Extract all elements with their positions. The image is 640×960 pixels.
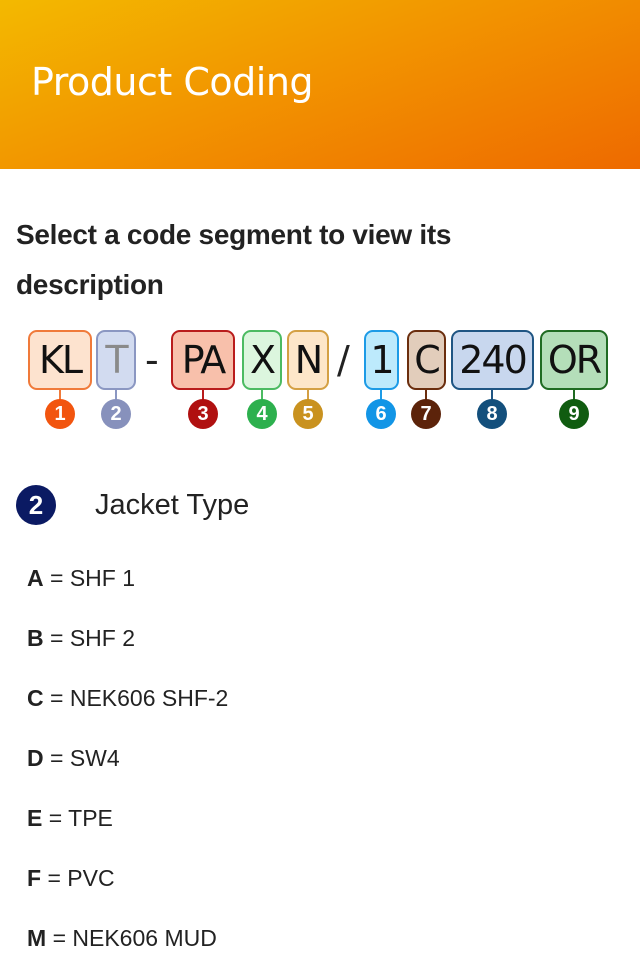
separator-dash: - bbox=[145, 338, 159, 382]
code-segment-9[interactable]: OR bbox=[540, 330, 608, 390]
option-label: = SHF 2 bbox=[50, 625, 136, 651]
segment-number-badge-5[interactable]: 5 bbox=[293, 399, 323, 429]
option-item: B = SHF 2 bbox=[27, 623, 135, 653]
option-code: M bbox=[27, 925, 47, 951]
option-item: D = SW4 bbox=[27, 743, 120, 773]
segment-number-badge-9[interactable]: 9 bbox=[559, 399, 589, 429]
code-segment-1[interactable]: KL bbox=[28, 330, 92, 390]
section-number-badge: 2 bbox=[16, 485, 56, 525]
segment-text: T bbox=[105, 338, 128, 382]
segment-text: 1 bbox=[370, 338, 394, 382]
option-label: = NEK606 MUD bbox=[52, 925, 217, 951]
option-item: A = SHF 1 bbox=[27, 563, 135, 593]
option-label: = NEK606 SHF-2 bbox=[50, 685, 229, 711]
segment-text: C bbox=[414, 338, 441, 382]
segment-text: KL bbox=[38, 338, 83, 382]
option-item: E = TPE bbox=[27, 803, 113, 833]
option-code: F bbox=[27, 865, 42, 891]
segment-text: OR bbox=[547, 338, 602, 382]
app-title: Product Coding bbox=[31, 60, 314, 104]
segment-number-badge-1[interactable]: 1 bbox=[45, 399, 75, 429]
option-label: = PVC bbox=[47, 865, 115, 891]
separator-slash: / bbox=[337, 338, 350, 382]
code-segment-5[interactable]: N bbox=[287, 330, 329, 390]
option-label: = SW4 bbox=[50, 745, 120, 771]
segment-number-badge-3[interactable]: 3 bbox=[188, 399, 218, 429]
code-segment-6[interactable]: 1 bbox=[364, 330, 399, 390]
option-label: = TPE bbox=[48, 805, 113, 831]
segment-number-badge-8[interactable]: 8 bbox=[477, 399, 507, 429]
segment-number-badge-7[interactable]: 7 bbox=[411, 399, 441, 429]
app-bar: Product Coding bbox=[0, 0, 640, 169]
segment-number-badge-2[interactable]: 2 bbox=[101, 399, 131, 429]
code-segment-7[interactable]: C bbox=[407, 330, 446, 390]
segment-text: 240 bbox=[459, 338, 528, 382]
option-code: A bbox=[27, 565, 44, 591]
option-code: D bbox=[27, 745, 44, 771]
option-code: C bbox=[27, 685, 44, 711]
option-item: F = PVC bbox=[27, 863, 115, 893]
option-code: E bbox=[27, 805, 43, 831]
option-item: M = NEK606 MUD bbox=[27, 923, 217, 953]
segment-number-badge-6[interactable]: 6 bbox=[366, 399, 396, 429]
instruction-heading: Select a code segment to view its descri… bbox=[16, 219, 452, 300]
code-segment-4[interactable]: X bbox=[242, 330, 282, 390]
segment-number-badge-4[interactable]: 4 bbox=[247, 399, 277, 429]
code-segment-8[interactable]: 240 bbox=[451, 330, 534, 390]
section-title: Jacket Type bbox=[95, 489, 250, 521]
code-segment-2[interactable]: T bbox=[96, 330, 136, 390]
segment-text: N bbox=[294, 338, 323, 382]
segment-text: X bbox=[249, 338, 276, 382]
option-item: C = NEK606 SHF-2 bbox=[27, 683, 228, 713]
code-segment-3[interactable]: PA bbox=[171, 330, 235, 390]
segment-text: PA bbox=[181, 338, 227, 382]
option-label: = SHF 1 bbox=[50, 565, 136, 591]
option-code: B bbox=[27, 625, 44, 651]
